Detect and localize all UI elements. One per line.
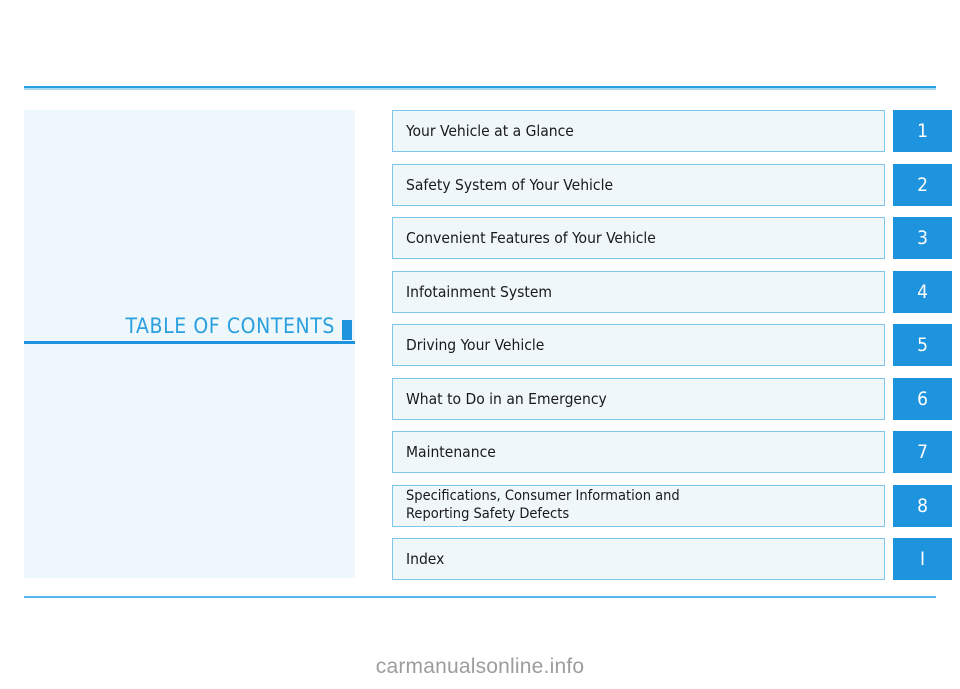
- page-title: TABLE OF CONTENTS: [125, 314, 335, 338]
- toc-chapter-label: Specifications, Consumer Information and…: [406, 488, 680, 522]
- toc-chapter-box[interactable]: Maintenance: [392, 431, 885, 473]
- toc-chapter-badge[interactable]: 4: [893, 270, 952, 313]
- toc-chapter-label: Safety System of Your Vehicle: [406, 175, 614, 194]
- toc-chapter-label: Infotainment System: [406, 282, 553, 301]
- toc-row[interactable]: Specifications, Consumer Information and…: [392, 484, 952, 527]
- toc-chapter-badge[interactable]: 8: [893, 484, 952, 527]
- toc-chapter-label: Your Vehicle at a Glance: [406, 122, 574, 140]
- toc-chapter-box[interactable]: What to Do in an Emergency: [392, 377, 885, 420]
- page-title-block: TABLE OF CONTENTS: [24, 314, 355, 348]
- toc-row[interactable]: Maintenance 7: [392, 431, 952, 473]
- toc-chapter-badge[interactable]: I: [893, 538, 952, 580]
- toc-chapter-label: Index: [406, 550, 445, 568]
- toc-row[interactable]: Index I: [392, 538, 952, 580]
- toc-chapter-label: Convenient Features of Your Vehicle: [406, 229, 656, 247]
- toc-row[interactable]: Your Vehicle at a Glance 1: [392, 110, 952, 152]
- title-square-marker-icon: [342, 320, 352, 340]
- toc-chapter-box[interactable]: Specifications, Consumer Information and…: [392, 484, 885, 527]
- toc-chapter-label: Maintenance: [406, 443, 496, 461]
- toc-chapter-label: Driving Your Vehicle: [406, 336, 545, 354]
- toc-row[interactable]: Convenient Features of Your Vehicle 3: [392, 217, 952, 259]
- toc-chapter-box[interactable]: Driving Your Vehicle: [392, 324, 885, 366]
- top-divider-line-light: [24, 88, 936, 90]
- toc-chapter-badge[interactable]: 6: [893, 377, 952, 420]
- toc-chapter-box[interactable]: Your Vehicle at a Glance: [392, 110, 885, 152]
- toc-chapter-box[interactable]: Safety System of Your Vehicle: [392, 163, 885, 206]
- site-watermark: carmanualsonline.info: [375, 655, 585, 678]
- table-of-contents-list: Your Vehicle at a Glance 1 Safety System o…: [392, 110, 952, 580]
- toc-chapter-box[interactable]: Index: [392, 538, 885, 580]
- toc-row[interactable]: Infotainment System 4: [392, 270, 952, 313]
- toc-row[interactable]: Driving Your Vehicle 5: [392, 324, 952, 366]
- toc-row[interactable]: Safety System of Your Vehicle 2: [392, 163, 952, 206]
- toc-chapter-badge[interactable]: 3: [893, 217, 952, 259]
- bottom-divider-rule: [24, 596, 936, 598]
- toc-chapter-box[interactable]: Convenient Features of Your Vehicle: [392, 217, 885, 259]
- toc-chapter-box[interactable]: Infotainment System: [392, 270, 885, 313]
- toc-chapter-badge[interactable]: 1: [893, 110, 952, 152]
- toc-chapter-badge[interactable]: 5: [893, 324, 952, 366]
- toc-page: TABLE OF CONTENTS Your Vehicle at a Glan…: [0, 0, 960, 689]
- toc-chapter-label: What to Do in an Emergency: [406, 389, 607, 408]
- toc-chapter-badge[interactable]: 2: [893, 163, 952, 206]
- toc-chapter-badge[interactable]: 7: [893, 431, 952, 473]
- toc-row[interactable]: What to Do in an Emergency 6: [392, 377, 952, 420]
- title-underline: [24, 341, 355, 344]
- top-divider-rule: [24, 86, 936, 90]
